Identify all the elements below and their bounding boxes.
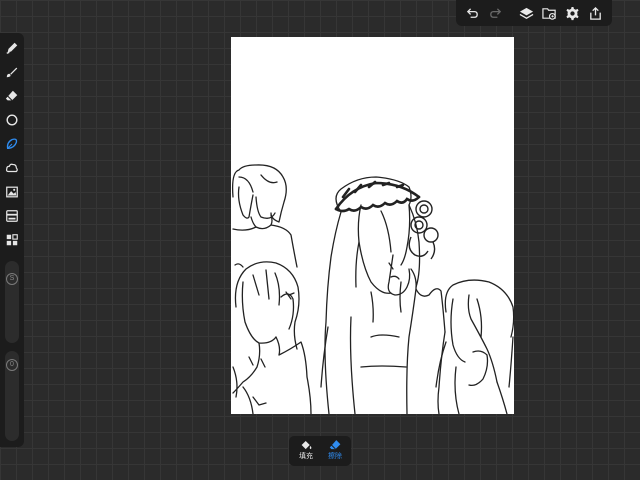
layers-icon[interactable] [517, 4, 535, 22]
fill-label: 填充 [299, 453, 313, 460]
lasso-icon[interactable] [3, 135, 21, 153]
top-toolbar [456, 0, 612, 26]
gear-icon[interactable] [563, 4, 581, 22]
redo-icon[interactable] [486, 4, 504, 22]
layout-icon[interactable] [3, 207, 21, 225]
selection-action-bar: 填充 擦除 [289, 436, 351, 466]
opacity-slider-knob[interactable]: 0 [6, 359, 18, 371]
eraser-icon [329, 440, 340, 450]
undo-icon[interactable] [463, 4, 481, 22]
erase-button[interactable]: 擦除 [321, 439, 349, 465]
brush-icon[interactable] [3, 63, 21, 81]
image-icon[interactable] [3, 183, 21, 201]
drawing-canvas[interactable] [231, 37, 514, 414]
circle-icon[interactable] [3, 111, 21, 129]
line-art-drawing [231, 164, 514, 414]
fill-button[interactable]: 填充 [292, 439, 320, 465]
paint-bucket-icon [301, 440, 311, 450]
pen-icon[interactable] [3, 39, 21, 57]
folder-import-icon[interactable] [540, 4, 558, 22]
share-icon[interactable] [586, 4, 604, 22]
size-slider[interactable]: S [5, 261, 19, 343]
left-toolbar: S 0 [0, 33, 24, 447]
opacity-slider[interactable]: 0 [5, 351, 19, 441]
size-slider-knob[interactable]: S [6, 273, 18, 285]
cloud-select-icon[interactable] [3, 159, 21, 177]
erase-label: 擦除 [328, 453, 342, 460]
eraser-icon[interactable] [3, 87, 21, 105]
grid-icon[interactable] [3, 231, 21, 249]
